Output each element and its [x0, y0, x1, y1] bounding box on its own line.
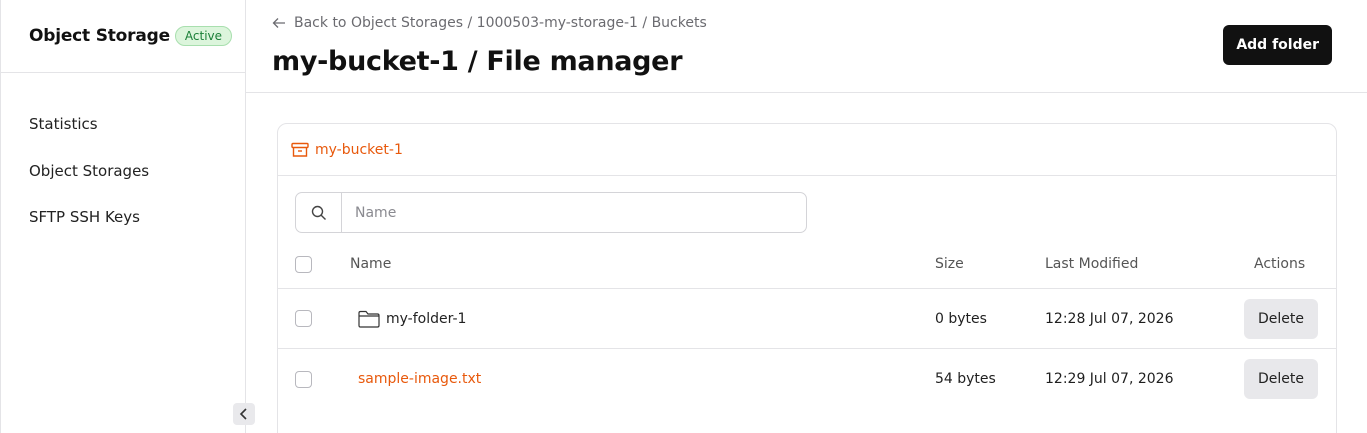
file-manager-card: my-bucket-1 Name Size Last Modified Acti…: [277, 123, 1337, 433]
sidebar-item-object-storages[interactable]: Object Storages: [1, 160, 245, 207]
file-name-cell: sample-image.txt: [358, 349, 481, 409]
row-check-cell: [295, 289, 312, 348]
row-checkbox[interactable]: [295, 370, 312, 388]
folder-icon: [358, 310, 380, 328]
bucket-link[interactable]: my-bucket-1: [315, 142, 403, 158]
search-box: [295, 192, 807, 233]
table-header: Name Size Last Modified Actions: [278, 240, 1336, 289]
breadcrumb[interactable]: Back to Object Storages / 1000503-my-sto…: [272, 15, 707, 31]
size-cell: 0 bytes: [935, 310, 987, 327]
page-title: my-bucket-1 / File manager: [272, 46, 683, 77]
status-badge: Active: [174, 26, 233, 46]
row-checkbox[interactable]: [295, 310, 312, 327]
column-header-last-modified[interactable]: Last Modified: [1045, 240, 1138, 288]
modified-cell: 12:29 Jul 07, 2026: [1045, 371, 1174, 387]
sidebar-item-sftp-ssh-keys[interactable]: SFTP SSH Keys: [1, 206, 245, 253]
column-header-actions: Actions: [1254, 256, 1306, 272]
folder-name-cell[interactable]: my-folder-1: [358, 289, 466, 348]
select-all-cell: [295, 240, 312, 288]
page-header: Back to Object Storages / 1000503-my-sto…: [246, 0, 1367, 93]
actions-cell: Delete: [1244, 349, 1318, 409]
file-link[interactable]: sample-image.txt: [358, 371, 481, 387]
actions-cell: Delete: [1244, 289, 1318, 348]
bucket-breadcrumb: my-bucket-1: [278, 124, 1336, 176]
column-header-name[interactable]: Name: [350, 240, 391, 288]
sidebar-header: Object Storage Active: [1, 0, 245, 73]
breadcrumb-text[interactable]: Back to Object Storages / 1000503-my-sto…: [294, 15, 707, 31]
collapse-sidebar-button[interactable]: [233, 403, 255, 425]
sidebar-item-statistics[interactable]: Statistics: [1, 113, 245, 160]
select-all-checkbox[interactable]: [295, 255, 312, 273]
delete-button[interactable]: Delete: [1244, 298, 1318, 339]
size-cell: 54 bytes: [935, 371, 996, 387]
table-row: sample-image.txt 54 bytes 12:29 Jul 07, …: [278, 349, 1336, 409]
chevron-left-icon: [239, 408, 247, 420]
sidebar-nav: Statistics Object Storages SFTP SSH Keys: [1, 73, 245, 253]
delete-button[interactable]: Delete: [1244, 359, 1318, 399]
add-folder-button[interactable]: Add folder: [1223, 25, 1332, 65]
search-input[interactable]: [342, 193, 802, 232]
app-title: Object Storage: [29, 26, 170, 46]
archive-box-icon: [291, 142, 309, 157]
table-row: my-folder-1 0 bytes 12:28 Jul 07, 2026 D…: [278, 289, 1336, 349]
search-icon: [311, 205, 326, 220]
search-icon-container: [296, 193, 342, 232]
column-header-size[interactable]: Size: [935, 240, 964, 288]
arrow-left-icon: [272, 18, 285, 28]
folder-name[interactable]: my-folder-1: [386, 311, 466, 327]
sidebar: Object Storage Active Statistics Object …: [0, 0, 255, 433]
row-check-cell: [295, 349, 312, 409]
modified-cell: 12:28 Jul 07, 2026: [1045, 310, 1174, 327]
